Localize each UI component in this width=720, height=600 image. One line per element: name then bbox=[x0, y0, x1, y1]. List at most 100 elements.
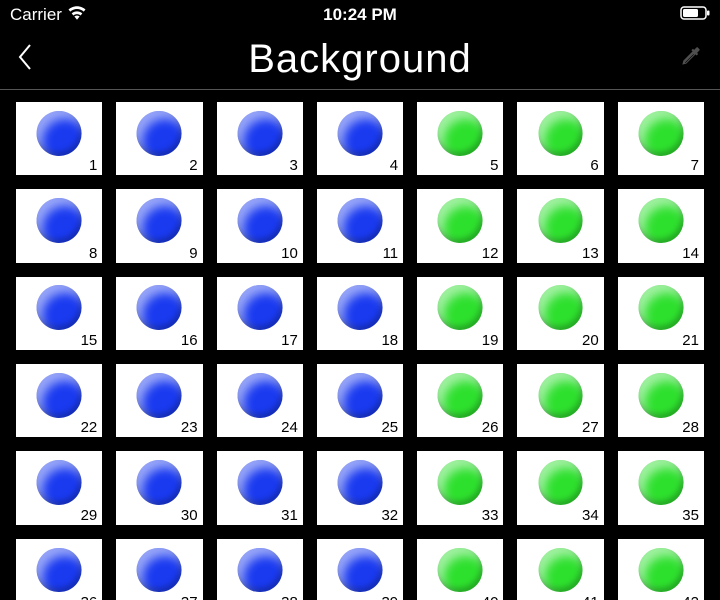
swatch-circle bbox=[338, 285, 383, 330]
swatch-index: 27 bbox=[582, 420, 599, 435]
eyedropper-button[interactable] bbox=[664, 44, 704, 75]
carrier-label: Carrier bbox=[10, 5, 62, 25]
swatch-circle bbox=[538, 460, 583, 505]
swatch-index: 6 bbox=[590, 158, 598, 173]
color-swatch[interactable]: 42 bbox=[618, 539, 704, 600]
swatch-circle bbox=[137, 198, 182, 243]
nav-bar: Background bbox=[0, 30, 720, 90]
color-swatch[interactable]: 40 bbox=[417, 539, 503, 600]
color-swatch[interactable]: 7 bbox=[618, 102, 704, 175]
swatch-index: 22 bbox=[81, 420, 98, 435]
color-swatch[interactable]: 22 bbox=[16, 364, 102, 437]
color-swatch[interactable]: 17 bbox=[217, 277, 303, 350]
swatch-index: 25 bbox=[381, 420, 398, 435]
swatch-index: 34 bbox=[582, 508, 599, 523]
swatch-index: 29 bbox=[81, 508, 98, 523]
status-bar-right bbox=[477, 5, 710, 25]
color-swatch[interactable]: 35 bbox=[618, 451, 704, 524]
color-swatch[interactable]: 30 bbox=[116, 451, 202, 524]
color-swatch[interactable]: 39 bbox=[317, 539, 403, 600]
swatch-index: 8 bbox=[89, 246, 97, 261]
color-swatch[interactable]: 21 bbox=[618, 277, 704, 350]
swatch-circle bbox=[338, 111, 383, 156]
swatch-index: 15 bbox=[81, 333, 98, 348]
swatch-index: 19 bbox=[482, 333, 499, 348]
swatch-index: 23 bbox=[181, 420, 198, 435]
swatch-circle bbox=[638, 111, 683, 156]
color-swatch[interactable]: 16 bbox=[116, 277, 202, 350]
color-swatch[interactable]: 32 bbox=[317, 451, 403, 524]
swatch-circle bbox=[438, 198, 483, 243]
color-swatch[interactable]: 6 bbox=[517, 102, 603, 175]
chevron-left-icon bbox=[16, 42, 34, 77]
swatch-circle bbox=[237, 111, 282, 156]
swatch-index: 7 bbox=[691, 158, 699, 173]
color-grid-scroll[interactable]: 1234567891011121314151617181920212223242… bbox=[0, 90, 720, 600]
color-swatch[interactable]: 10 bbox=[217, 189, 303, 262]
swatch-index: 30 bbox=[181, 508, 198, 523]
swatch-index: 31 bbox=[281, 508, 298, 523]
color-swatch[interactable]: 28 bbox=[618, 364, 704, 437]
swatch-index: 2 bbox=[189, 158, 197, 173]
color-swatch[interactable]: 2 bbox=[116, 102, 202, 175]
color-swatch[interactable]: 13 bbox=[517, 189, 603, 262]
swatch-index: 40 bbox=[482, 595, 499, 600]
color-swatch[interactable]: 14 bbox=[618, 189, 704, 262]
status-bar-time: 10:24 PM bbox=[243, 5, 476, 25]
color-swatch[interactable]: 31 bbox=[217, 451, 303, 524]
swatch-index: 41 bbox=[582, 595, 599, 600]
swatch-index: 35 bbox=[682, 508, 699, 523]
swatch-circle bbox=[137, 285, 182, 330]
color-swatch[interactable]: 33 bbox=[417, 451, 503, 524]
color-swatch[interactable]: 38 bbox=[217, 539, 303, 600]
color-swatch[interactable]: 25 bbox=[317, 364, 403, 437]
color-swatch[interactable]: 27 bbox=[517, 364, 603, 437]
color-swatch[interactable]: 26 bbox=[417, 364, 503, 437]
swatch-circle bbox=[37, 460, 82, 505]
color-swatch[interactable]: 23 bbox=[116, 364, 202, 437]
swatch-index: 26 bbox=[482, 420, 499, 435]
swatch-index: 24 bbox=[281, 420, 298, 435]
color-swatch[interactable]: 12 bbox=[417, 189, 503, 262]
swatch-circle bbox=[438, 285, 483, 330]
swatch-index: 14 bbox=[682, 246, 699, 261]
color-swatch[interactable]: 29 bbox=[16, 451, 102, 524]
swatch-index: 33 bbox=[482, 508, 499, 523]
color-swatch[interactable]: 11 bbox=[317, 189, 403, 262]
color-swatch[interactable]: 3 bbox=[217, 102, 303, 175]
swatch-circle bbox=[37, 285, 82, 330]
color-swatch[interactable]: 19 bbox=[417, 277, 503, 350]
back-button[interactable] bbox=[16, 42, 56, 77]
swatch-circle bbox=[237, 285, 282, 330]
color-swatch[interactable]: 5 bbox=[417, 102, 503, 175]
color-swatch[interactable]: 8 bbox=[16, 189, 102, 262]
swatch-circle bbox=[237, 460, 282, 505]
page-title: Background bbox=[0, 37, 720, 82]
swatch-circle bbox=[237, 198, 282, 243]
swatch-circle bbox=[237, 548, 282, 593]
swatch-circle bbox=[338, 198, 383, 243]
swatch-circle bbox=[137, 111, 182, 156]
swatch-index: 38 bbox=[281, 595, 298, 600]
wifi-icon bbox=[68, 5, 86, 25]
swatch-circle bbox=[538, 373, 583, 418]
swatch-index: 4 bbox=[390, 158, 398, 173]
color-swatch[interactable]: 24 bbox=[217, 364, 303, 437]
swatch-index: 1 bbox=[89, 158, 97, 173]
color-swatch[interactable]: 41 bbox=[517, 539, 603, 600]
swatch-index: 21 bbox=[682, 333, 699, 348]
color-swatch[interactable]: 37 bbox=[116, 539, 202, 600]
swatch-index: 28 bbox=[682, 420, 699, 435]
swatch-circle bbox=[37, 198, 82, 243]
color-swatch[interactable]: 9 bbox=[116, 189, 202, 262]
swatch-circle bbox=[338, 548, 383, 593]
color-swatch[interactable]: 15 bbox=[16, 277, 102, 350]
color-swatch[interactable]: 18 bbox=[317, 277, 403, 350]
swatch-index: 32 bbox=[381, 508, 398, 523]
color-swatch[interactable]: 20 bbox=[517, 277, 603, 350]
color-swatch[interactable]: 4 bbox=[317, 102, 403, 175]
color-swatch[interactable]: 34 bbox=[517, 451, 603, 524]
swatch-circle bbox=[37, 548, 82, 593]
color-swatch[interactable]: 1 bbox=[16, 102, 102, 175]
color-swatch[interactable]: 36 bbox=[16, 539, 102, 600]
